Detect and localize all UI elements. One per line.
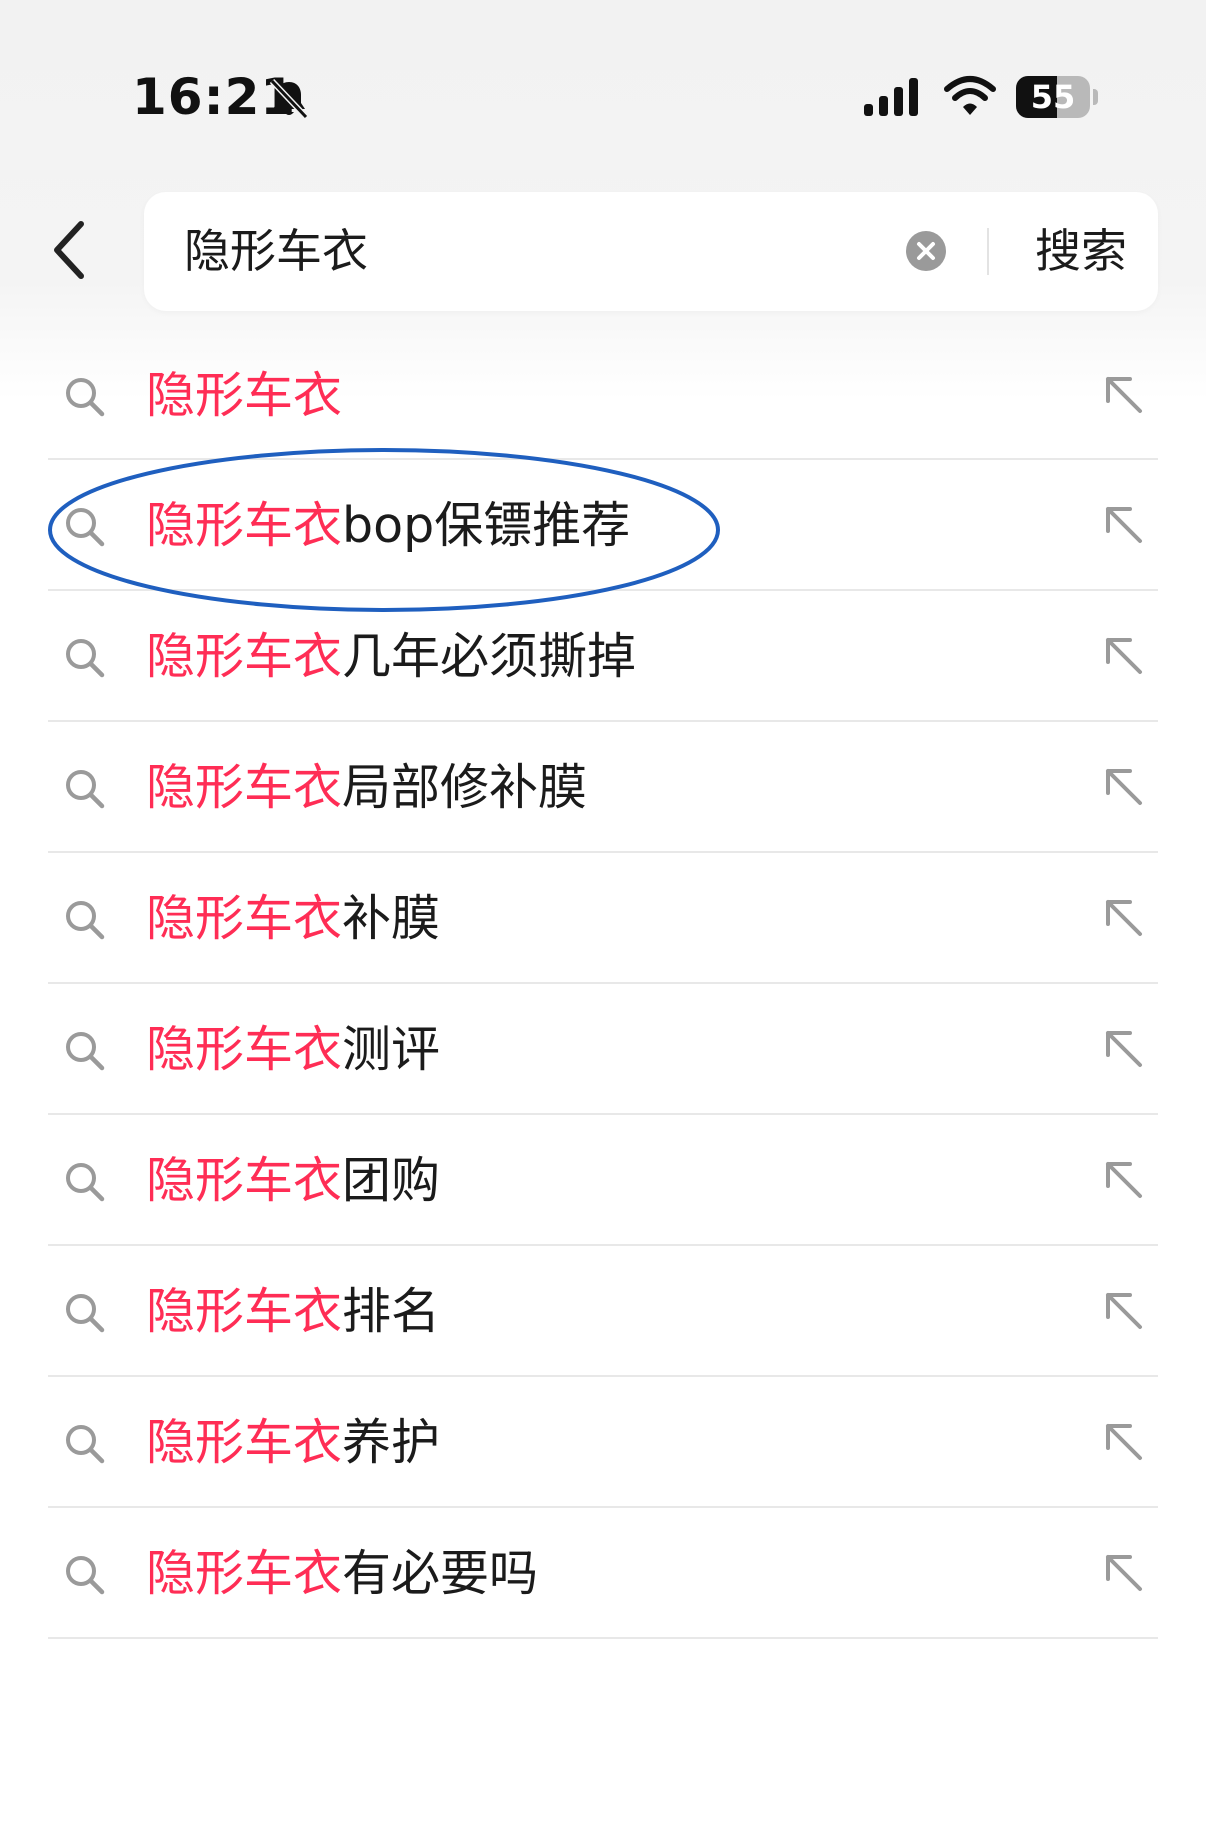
arrow-up-left-icon[interactable] [1102,765,1146,809]
suggestion-item[interactable]: 隐形车衣局部修补膜 [48,722,1158,853]
clear-circle-icon[interactable] [904,229,948,273]
arrow-up-left-icon[interactable] [1102,373,1146,417]
arrow-up-left-icon[interactable] [1102,1027,1146,1071]
search-icon [66,378,105,417]
search-icon [66,1294,105,1333]
status-bar: 16:21 55 [0,0,1206,130]
suggestion-item[interactable]: 隐形车衣补膜 [48,853,1158,984]
suggestion-highlight: 隐形车衣 [146,628,343,685]
suggestion-highlight: 隐形车衣 [146,759,343,816]
suggestion-item[interactable]: 隐形车衣几年必须撕掉 [48,591,1158,722]
suggestion-item[interactable]: 隐形车衣有必要吗 [48,1508,1158,1639]
suggestion-item[interactable]: 隐形车衣养护 [48,1377,1158,1508]
chevron-left-icon [54,221,84,279]
suggestion-highlight: 隐形车衣 [146,1152,343,1209]
wifi-icon [944,76,996,115]
suggestion-text: 隐形车衣几年必须撕掉 [146,591,636,722]
suggestion-highlight: 隐形车衣 [146,367,343,424]
arrow-up-left-icon[interactable] [1102,1420,1146,1464]
arrow-up-left-icon[interactable] [1102,634,1146,678]
suggestion-text: 隐形车衣补膜 [146,853,440,984]
arrow-up-left-icon[interactable] [1102,1158,1146,1202]
arrow-up-left-icon[interactable] [1102,1289,1146,1333]
suggestion-rest: 有必要吗 [342,1545,539,1602]
suggestion-text: 隐形车衣测评 [146,984,440,1115]
suggestion-highlight: 隐形车衣 [146,1414,343,1471]
arrow-up-left-icon[interactable] [1102,896,1146,940]
suggestion-rest: 补膜 [342,890,441,947]
suggestion-text: 隐形车衣团购 [146,1115,440,1246]
suggestion-text: 隐形车衣局部修补膜 [146,722,587,853]
search-icon [66,639,105,678]
suggestion-rest: 测评 [342,1021,441,1078]
suggestion-highlight: 隐形车衣 [146,1545,343,1602]
suggestion-text: 隐形车衣bop保镖推荐 [146,460,630,591]
suggestion-item[interactable]: 隐形车衣 [48,330,1158,460]
suggestion-highlight: 隐形车衣 [146,497,343,554]
search-icon [66,1556,105,1595]
suggestion-highlight: 隐形车衣 [146,1283,343,1340]
search-button[interactable]: 搜索 [1004,192,1158,311]
search-icon [66,770,105,809]
suggestion-highlight: 隐形车衣 [146,1021,343,1078]
bell-slash-icon [269,78,309,120]
search-divider [987,228,989,275]
battery-icon: 55 [1016,76,1100,120]
suggestion-text: 隐形车衣排名 [146,1246,440,1377]
search-icon [66,508,105,547]
suggestion-rest: 局部修补膜 [342,759,588,816]
back-button[interactable] [40,210,100,290]
suggestion-text: 隐形车衣养护 [146,1377,440,1508]
suggestion-rest: bop保镖推荐 [342,497,631,554]
search-icon [66,1163,105,1202]
arrow-up-left-icon[interactable] [1102,1551,1146,1595]
suggestion-text: 隐形车衣 [146,330,342,461]
suggestion-item[interactable]: 隐形车衣bop保镖推荐 [48,460,1158,591]
suggestion-list: 隐形车衣 隐形车衣bop保镖推荐 隐形车衣几年必须撕掉 隐形车衣局部修补膜 隐形… [48,330,1158,1639]
suggestion-text: 隐形车衣有必要吗 [146,1508,538,1639]
battery-body: 55 [1016,76,1090,118]
signal-icon [864,78,918,116]
battery-tip [1093,89,1098,105]
search-icon [66,1032,105,1071]
search-bar: 隐形车衣 搜索 [144,192,1158,311]
suggestion-rest: 团购 [342,1152,441,1209]
search-icon [66,1425,105,1464]
search-input[interactable]: 隐形车衣 [184,192,368,311]
suggestion-rest: 排名 [342,1283,441,1340]
search-icon [66,901,105,940]
suggestion-item[interactable]: 隐形车衣测评 [48,984,1158,1115]
suggestion-rest: 养护 [342,1414,441,1471]
suggestion-item[interactable]: 隐形车衣团购 [48,1115,1158,1246]
battery-level: 55 [1030,78,1076,116]
suggestion-rest: 几年必须撕掉 [342,628,637,685]
arrow-up-left-icon[interactable] [1102,503,1146,547]
suggestion-item[interactable]: 隐形车衣排名 [48,1246,1158,1377]
suggestion-highlight: 隐形车衣 [146,890,343,947]
